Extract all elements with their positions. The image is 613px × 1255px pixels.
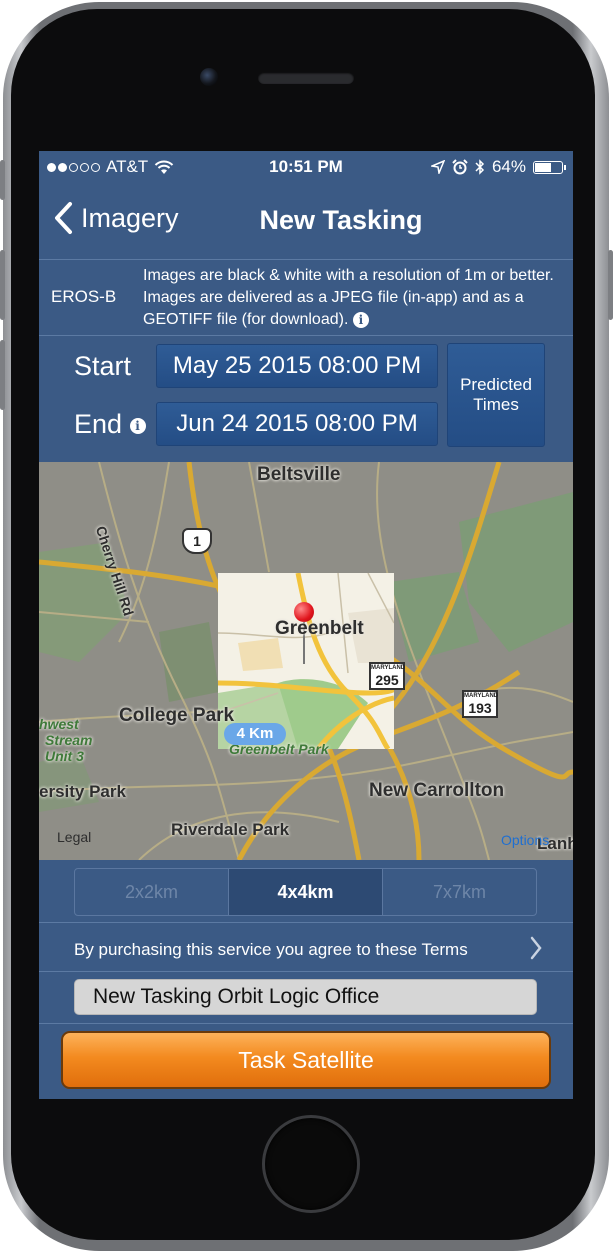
shield-route-number: 193: [468, 700, 492, 716]
alarm-clock-icon: [452, 159, 468, 175]
volume-up-button: [0, 250, 5, 320]
shield-route-number: 295: [375, 672, 399, 688]
front-camera: [200, 68, 218, 86]
divider: [39, 259, 573, 260]
bluetooth-icon: [475, 159, 485, 175]
volume-down-button: [0, 340, 5, 410]
satellite-name: EROS-B: [51, 287, 117, 306]
area-size-selector: 2x2km 4x4km 7x7km: [74, 868, 537, 916]
satellite-description: Images are black & white with a resoluti…: [143, 265, 563, 331]
predicted-times-button[interactable]: Predicted Times: [447, 343, 545, 447]
shield-state-label: MARYLAND: [371, 665, 406, 671]
terms-text: By purchasing this service you agree to …: [74, 940, 468, 959]
end-date-button[interactable]: Jun 24 2015 08:00 PM: [156, 402, 438, 446]
terms-row[interactable]: By purchasing this service you agree to …: [39, 929, 573, 971]
battery-level: [535, 162, 551, 172]
place-label: ersity Park: [39, 782, 126, 801]
state-route-shield: MARYLAND 295: [369, 662, 405, 690]
end-label-group: End i: [74, 409, 146, 440]
park-area: [459, 492, 573, 652]
tasking-name-field[interactable]: [74, 979, 537, 1015]
shield-state-label: MARYLAND: [464, 693, 499, 699]
info-icon[interactable]: i: [352, 311, 369, 328]
app-screen: AT&T 10:51 PM 64% Imagery New Tasking ER…: [39, 151, 573, 1099]
satellite-info: EROS-B Images are black & white with a r…: [39, 261, 573, 336]
park-label: Stream: [45, 732, 93, 748]
battery-icon: [533, 160, 566, 174]
page-title: New Tasking: [259, 205, 423, 235]
end-label: End: [74, 409, 123, 439]
place-label: New Carrollton: [369, 780, 505, 801]
battery-percent: 64%: [491, 157, 526, 176]
place-label: College Park: [119, 705, 235, 726]
divider: [39, 922, 573, 923]
start-label: Start: [74, 351, 132, 381]
divider: [39, 1023, 573, 1024]
start-date-button[interactable]: May 25 2015 08:00 PM: [156, 344, 438, 388]
location-arrow-icon: [430, 160, 445, 174]
size-option-7x7km[interactable]: 7x7km: [382, 869, 536, 915]
place-label: Beltsville: [257, 464, 341, 485]
size-option-4x4km[interactable]: 4x4km: [228, 869, 382, 915]
status-bar: AT&T 10:51 PM 64%: [39, 151, 573, 185]
divider: [39, 971, 573, 972]
size-option-2x2km[interactable]: 2x2km: [75, 869, 228, 915]
end-info-icon[interactable]: i: [129, 417, 146, 434]
chevron-right-icon: [530, 936, 542, 960]
park-area: [389, 572, 479, 662]
mute-switch: [0, 160, 5, 200]
map-options-link[interactable]: Options: [501, 832, 549, 848]
park-label: hwest: [39, 716, 79, 732]
task-satellite-button[interactable]: Task Satellite: [61, 1031, 551, 1089]
scale-badge: 4 Km: [224, 723, 286, 745]
place-label: Riverdale Park: [171, 820, 290, 839]
satellite-description-text: Images are black & white with a resoluti…: [143, 267, 554, 328]
park-area: [159, 622, 219, 702]
place-label: Greenbelt: [275, 618, 364, 639]
park-label: Unit 3: [45, 748, 84, 764]
state-route-shield: MARYLAND 193: [462, 690, 498, 718]
navigation-bar: Imagery New Tasking: [39, 185, 573, 259]
us-route-shield: 1: [182, 528, 212, 554]
legal-link[interactable]: Legal: [57, 829, 91, 845]
power-button: [608, 250, 613, 320]
home-button[interactable]: [262, 1115, 360, 1213]
divider: [39, 335, 573, 336]
predicted-times-label-2: Times: [473, 395, 519, 414]
earpiece-speaker: [258, 72, 354, 84]
predicted-times-label-1: Predicted: [460, 375, 532, 394]
map-view[interactable]: Beltsville Cherry Hill Rd Greenbelt Coll…: [39, 462, 573, 860]
